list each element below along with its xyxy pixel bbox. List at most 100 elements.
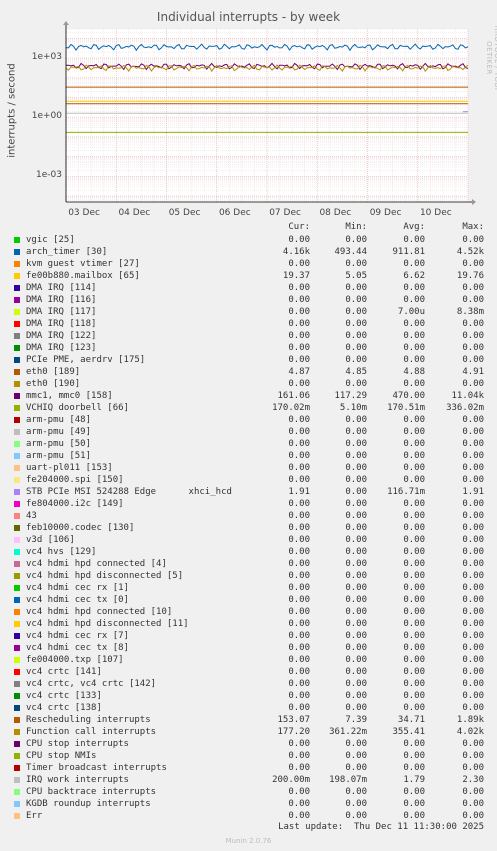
legend-label: arm-pmu [50]: [26, 439, 92, 449]
legend-cur-value: 0.00: [288, 619, 310, 629]
legend-label: CPU stop NMIs: [26, 751, 97, 761]
legend-swatch: [14, 753, 20, 759]
legend-swatch: [14, 705, 20, 711]
legend-cur-value: 0.00: [288, 319, 310, 329]
legend-max-value: 0.00: [462, 259, 484, 269]
legend-max-value: 0.00: [462, 667, 484, 677]
legend-label: DMA IRQ [117]: [26, 307, 97, 317]
legend-cur-value: 0.00: [288, 535, 310, 545]
x-tick-label: 04 Dec: [118, 208, 151, 218]
legend-swatch: [14, 441, 20, 447]
legend-cur-value: 0.00: [288, 607, 310, 617]
legend-max-value: 0.00: [462, 499, 484, 509]
legend-swatch: [14, 273, 20, 279]
legend-row: IRQ work interrupts 200.00m 198.07m 1.79 2.3…: [0, 774, 497, 786]
legend-row: vc4 crtc [138] 0.00 0.00 0.00 0.00: [0, 702, 497, 714]
legend-cur-value: 0.00: [288, 379, 310, 389]
legend-label: arm-pmu [51]: [26, 451, 92, 461]
legend-label: v3d [106]: [26, 535, 75, 545]
legend-min-value: 0.00: [345, 475, 367, 485]
legend-row: kvm guest vtimer [27] 0.00 0.00 0.00 0.00: [0, 258, 497, 270]
legend-row: vc4 hdmi hpd connected [10] 0.00 0.00 0.00 0…: [0, 606, 497, 618]
legend-row: vc4 crtc, vc4 crtc [142] 0.00 0.00 0.00 0.00: [0, 678, 497, 690]
legend-avg-value: 0.00: [403, 475, 425, 485]
legend-row: STB PCIe MSI 524288 Edge xhci_hcd 1.91 0.0…: [0, 486, 497, 498]
legend-avg-value: 0.00: [403, 667, 425, 677]
legend-avg-value: 0.00: [403, 607, 425, 617]
x-tick-label: 09 Dec: [369, 208, 402, 218]
legend-avg-value: 34.71: [397, 715, 425, 725]
legend-max-value: 8.38m: [456, 307, 484, 317]
legend-row: vc4 hdmi cec tx [0] 0.00 0.00 0.00 0.00: [0, 594, 497, 606]
legend-swatch: [14, 561, 20, 567]
legend-row: CPU stop interrupts 0.00 0.00 0.00 0.00: [0, 738, 497, 750]
legend-label: vc4 hdmi cec rx [7]: [26, 631, 129, 641]
legend-row: arch_timer [30] 4.16k 493.44 911.81 4.52k: [0, 246, 497, 258]
legend-swatch: [14, 333, 20, 339]
legend-min-value: 0.00: [345, 811, 367, 821]
legend-min-value: 117.29: [334, 391, 367, 401]
legend-table: vgic [25] 0.00 0.00 0.00 0.00 arch_timer [30]…: [0, 234, 497, 822]
legend-max-value: 0.00: [462, 379, 484, 389]
legend-label: DMA IRQ [116]: [26, 295, 97, 305]
legend-max-value: 336.02m: [446, 403, 484, 413]
legend-cur-value: 4.87: [288, 367, 310, 377]
legend-row: fe204000.spi [150] 0.00 0.00 0.00 0.00: [0, 474, 497, 486]
legend-cur-value: 0.00: [288, 355, 310, 365]
legend-label: VCHIQ doorbell [66]: [26, 403, 129, 413]
legend-label: PCIe PME, aerdrv [175]: [26, 355, 146, 365]
legend-cur-value: 19.37: [282, 271, 310, 281]
legend-max-value: 0.00: [462, 523, 484, 533]
legend-row: arm-pmu [48] 0.00 0.00 0.00 0.00: [0, 414, 497, 426]
legend-avg-value: 0.00: [403, 439, 425, 449]
legend-cur-value: 0.00: [288, 331, 310, 341]
x-tick-label: 10 Dec: [419, 208, 452, 218]
legend-avg-value: 0.00: [403, 427, 425, 437]
legend-row: Rescheduling interrupts 153.07 7.39 34.71 1.…: [0, 714, 497, 726]
legend-avg-value: 0.00: [403, 523, 425, 533]
legend-swatch: [14, 657, 20, 663]
legend-row: vgic [25] 0.00 0.00 0.00 0.00: [0, 234, 497, 246]
legend-cur-value: 0.00: [288, 511, 310, 521]
legend-swatch: [14, 813, 20, 819]
legend-label: fe204000.spi [150]: [26, 475, 124, 485]
legend-cur-value: 0.00: [288, 787, 310, 797]
legend-max-value: 0.00: [462, 787, 484, 797]
legend-cur-value: 0.00: [288, 259, 310, 269]
legend-min-value: 0.00: [345, 487, 367, 497]
y-tick-label: 1e+00: [31, 111, 62, 122]
legend-min-value: 0.00: [345, 295, 367, 305]
legend-row: vc4 hdmi hpd disconnected [11] 0.00 0.00 0.…: [0, 618, 497, 630]
legend-cur-value: 0.00: [288, 451, 310, 461]
legend-avg-value: 470.00: [392, 391, 425, 401]
legend-swatch: [14, 717, 20, 723]
legend-avg-value: 7.00u: [397, 307, 425, 317]
legend-min-value: 0.00: [345, 607, 367, 617]
legend-label: vc4 hdmi hpd connected [4]: [26, 559, 167, 569]
legend-avg-value: 0.00: [403, 763, 425, 773]
legend-min-value: 0.00: [345, 235, 367, 245]
legend-max-value: 4.02k: [456, 727, 484, 737]
legend-swatch: [14, 777, 20, 783]
plot-area: [63, 21, 476, 205]
legend-max-value: 0.00: [462, 679, 484, 689]
legend-avg-value: 0.00: [403, 511, 425, 521]
legend-min-value: 0.00: [345, 331, 367, 341]
legend-max-value: 0.00: [462, 607, 484, 617]
legend-min-value: 0.00: [345, 523, 367, 533]
legend-avg-value: 0.00: [403, 655, 425, 665]
legend-row: DMA IRQ [122] 0.00 0.00 0.00 0.00: [0, 330, 497, 342]
legend-max-value: 0.00: [462, 451, 484, 461]
legend-cur-value: 0.00: [288, 463, 310, 473]
x-tick-label: 07 Dec: [269, 208, 301, 218]
legend-cur-value: 1.91: [288, 487, 310, 497]
legend-swatch: [14, 237, 20, 243]
legend-min-value: 0.00: [345, 595, 367, 605]
legend-swatch: [14, 357, 20, 363]
legend-max-value: 0.00: [462, 739, 484, 749]
legend-avg-value: 0.00: [403, 631, 425, 641]
legend-cur-value: 0.00: [288, 643, 310, 653]
legend-cur-value: 0.00: [288, 667, 310, 677]
legend-swatch: [14, 741, 20, 747]
legend-label: Rescheduling interrupts: [26, 715, 151, 725]
